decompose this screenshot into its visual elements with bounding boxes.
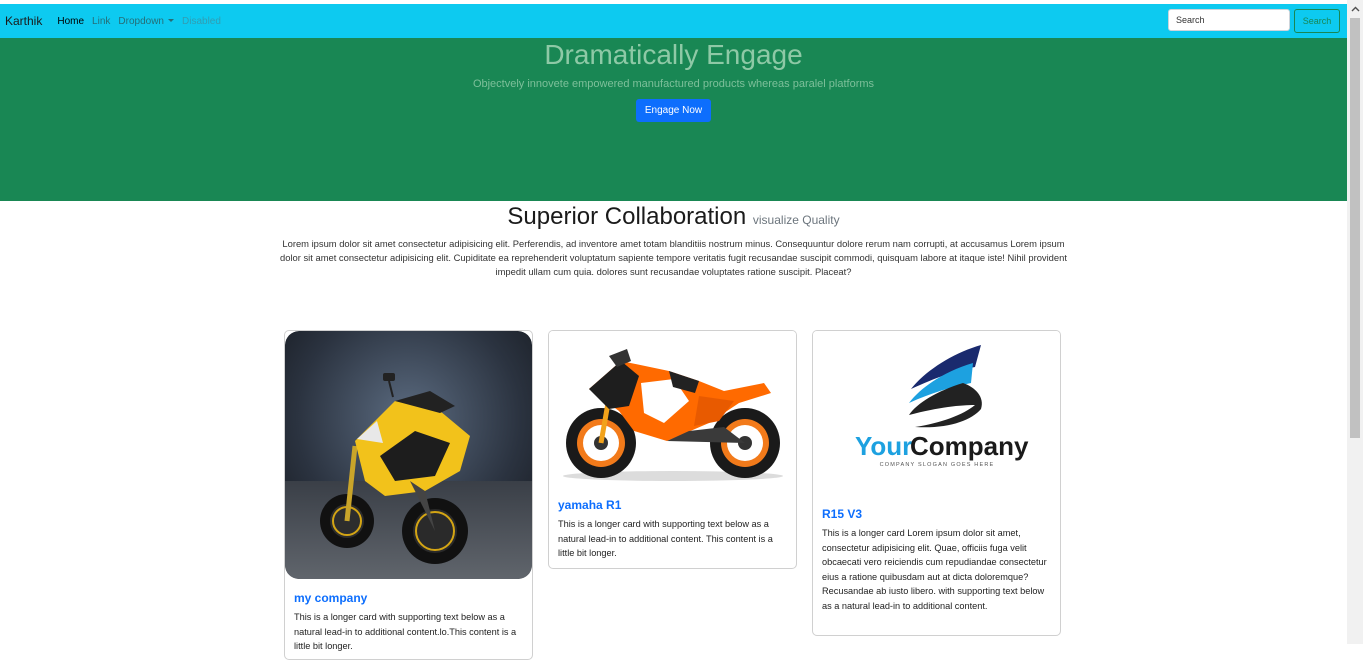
card-body: R15 V3 This is a longer card Lorem ipsum… [822, 507, 1051, 613]
nav-link-home[interactable]: Home [57, 16, 84, 27]
card-body: my company This is a longer card with su… [294, 591, 523, 654]
hero-title: Dramatically Engage [544, 39, 803, 70]
section-title: Superior Collaboration visualize Quality [280, 201, 1067, 231]
nav-link-disabled: Disabled [182, 15, 221, 27]
search-button[interactable]: Search [1294, 9, 1340, 33]
search-form: Search [1168, 9, 1340, 33]
logo-word-company: Company [910, 431, 1029, 461]
scrollbar-thumb[interactable] [1350, 18, 1360, 438]
card-my-company: my company This is a longer card with su… [284, 330, 533, 660]
navbar: Karthik Home Link Dropdown Disabled Sear… [0, 4, 1347, 38]
card-title[interactable]: my company [294, 591, 523, 605]
card-body: yamaha R1 This is a longer card with sup… [558, 498, 787, 561]
collaboration-section: Superior Collaboration visualize Quality… [280, 201, 1067, 279]
hero-jumbotron: Dramatically Engage Objectvely innovete … [0, 38, 1347, 201]
card-text: This is a longer card Lorem ipsum dolor … [822, 528, 1047, 611]
logo-slogan: COMPANY SLOGAN GOES HERE [880, 462, 995, 468]
card-text: This is a longer card with supporting te… [294, 612, 517, 651]
card-r15-v3: Your Company COMPANY SLOGAN GOES HERE R1… [812, 330, 1061, 636]
nav-link-link[interactable]: Link [92, 16, 110, 27]
logo-word-your: Your [855, 431, 912, 461]
section-paragraph: Lorem ipsum dolor sit amet consectetur a… [280, 238, 1067, 277]
scroll-up-arrow-icon[interactable] [1347, 0, 1363, 17]
vertical-scrollbar[interactable] [1347, 0, 1363, 644]
section-title-text: Superior Collaboration [507, 203, 747, 230]
orange-motorcycle-image [549, 331, 796, 486]
caret-down-icon [168, 19, 174, 23]
nav-dropdown-toggle[interactable]: Dropdown [118, 16, 174, 27]
nav-dropdown-label: Dropdown [118, 15, 164, 27]
engage-now-button[interactable]: Engage Now [635, 99, 712, 122]
search-input[interactable] [1168, 9, 1290, 31]
your-company-logo-image: Your Company COMPANY SLOGAN GOES HERE [813, 331, 1060, 491]
card-title[interactable]: yamaha R1 [558, 498, 787, 512]
navbar-brand[interactable]: Karthik [5, 14, 42, 28]
hero-subtitle: Objectvely innovete empowered manufactur… [472, 78, 875, 90]
card-text: This is a longer card with supporting te… [558, 519, 773, 558]
section-subtitle: visualize Quality [752, 213, 840, 227]
yellow-motorcycle-image [285, 331, 532, 579]
card-title[interactable]: R15 V3 [822, 507, 1051, 521]
card-yamaha-r1: yamaha R1 This is a longer card with sup… [548, 330, 797, 569]
